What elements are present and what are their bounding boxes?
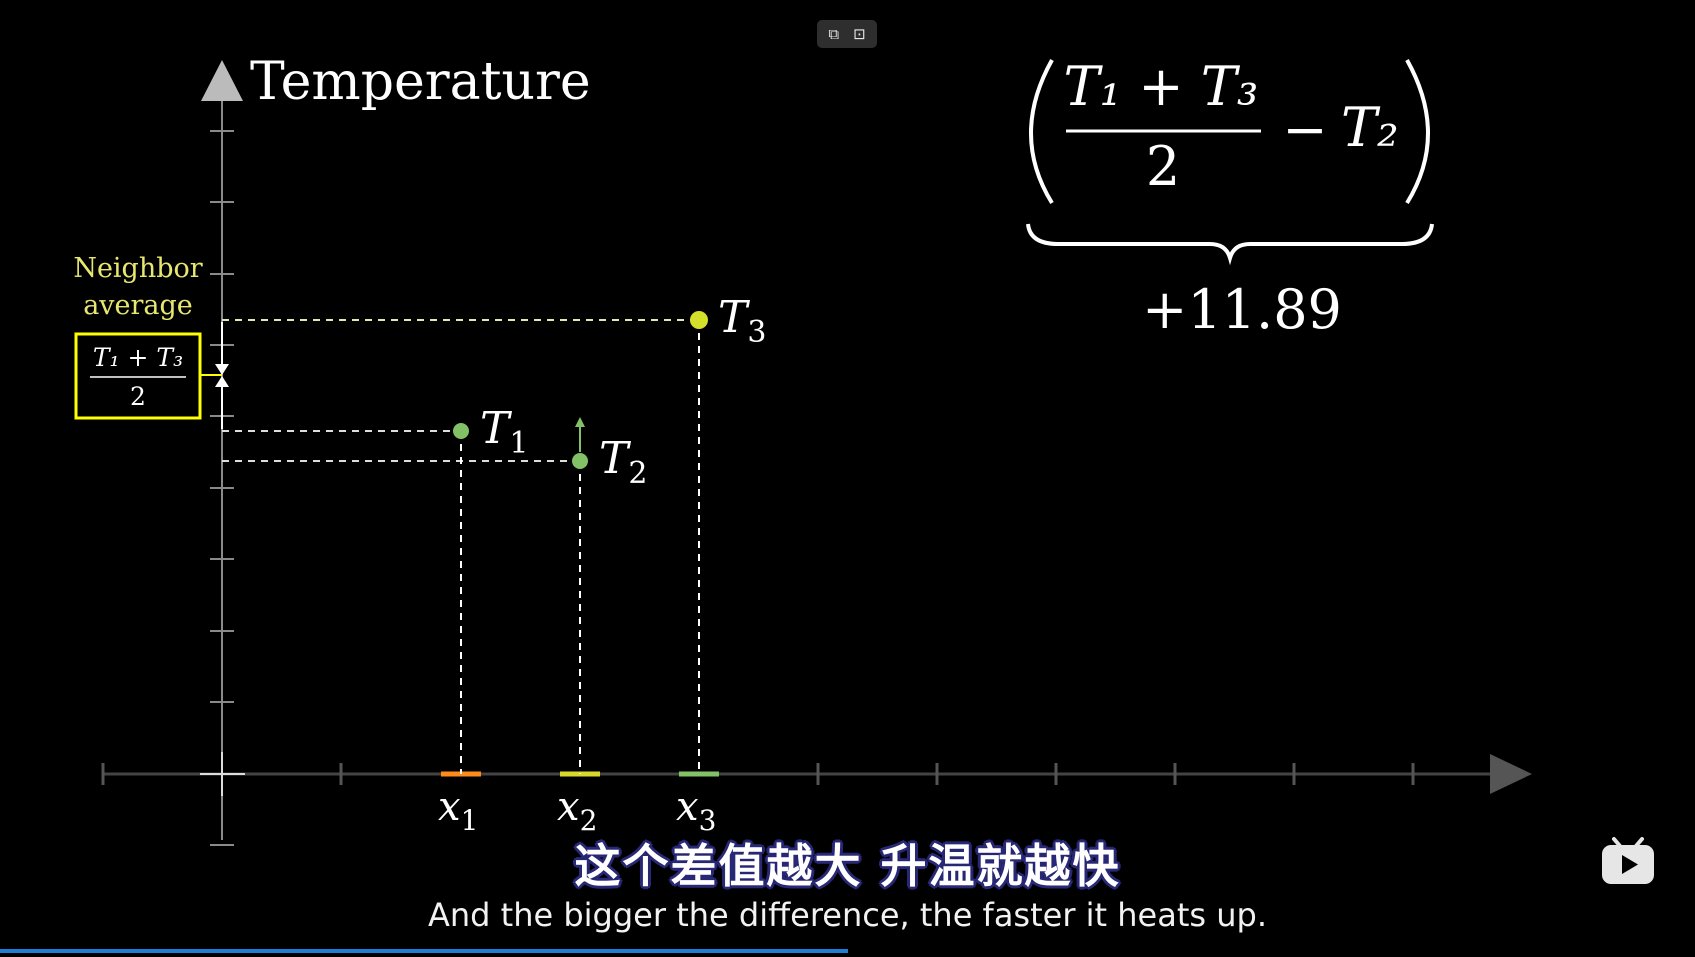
point-label-t2: T2 xyxy=(599,433,647,491)
video-frame[interactable]: Temperature T1 T2 T3 x1 x2 x3 Neighbor a… xyxy=(0,0,1695,953)
point-t3 xyxy=(690,311,708,329)
picture-in-picture-icon[interactable]: ⧉ xyxy=(828,26,839,42)
y-axis-label: Temperature xyxy=(250,52,591,112)
x-axis-arrow xyxy=(1490,754,1532,794)
formula-underbrace xyxy=(1026,223,1434,266)
neighbor-caption-line1: Neighbor xyxy=(73,253,202,284)
point-label-t3: T3 xyxy=(718,292,766,350)
point-t1 xyxy=(453,423,469,439)
point-t2 xyxy=(572,453,588,469)
y-axis-arrow xyxy=(201,60,243,101)
bilibili-logo-icon xyxy=(1602,837,1654,884)
subtitle-english: And the bigger the difference, the faste… xyxy=(428,896,1267,934)
formula-right-paren xyxy=(1405,59,1430,205)
plot-canvas: Temperature T1 T2 T3 x1 x2 x3 Neighbor a… xyxy=(73,52,1532,846)
formula-minus: − xyxy=(1282,98,1327,161)
formula-numerator: T₁ + T₃ xyxy=(1064,55,1259,118)
screen-capture-icon[interactable]: ⊡ xyxy=(853,26,866,42)
avg-arrow-up-head xyxy=(215,376,229,387)
player-top-controls: ⧉ ⊡ xyxy=(817,20,877,48)
subtitle-chinese: 这个差值越大 升温就越快 xyxy=(574,839,1121,893)
neighbor-box-numerator: T₁ + T₃ xyxy=(93,343,183,372)
neighbor-caption-line2: average xyxy=(83,290,193,321)
formula-denominator: 2 xyxy=(1146,135,1180,198)
playback-progress-bar[interactable] xyxy=(0,949,848,953)
point-label-t1: T1 xyxy=(480,403,528,461)
t2-up-arrow-head xyxy=(575,417,585,427)
avg-arrow-down-head xyxy=(215,364,229,375)
formula-subtrahend: T₂ xyxy=(1341,96,1399,159)
formula-value: +11.89 xyxy=(1142,278,1342,341)
neighbor-box-denominator: 2 xyxy=(130,382,146,411)
formula-left-paren xyxy=(1029,59,1054,205)
